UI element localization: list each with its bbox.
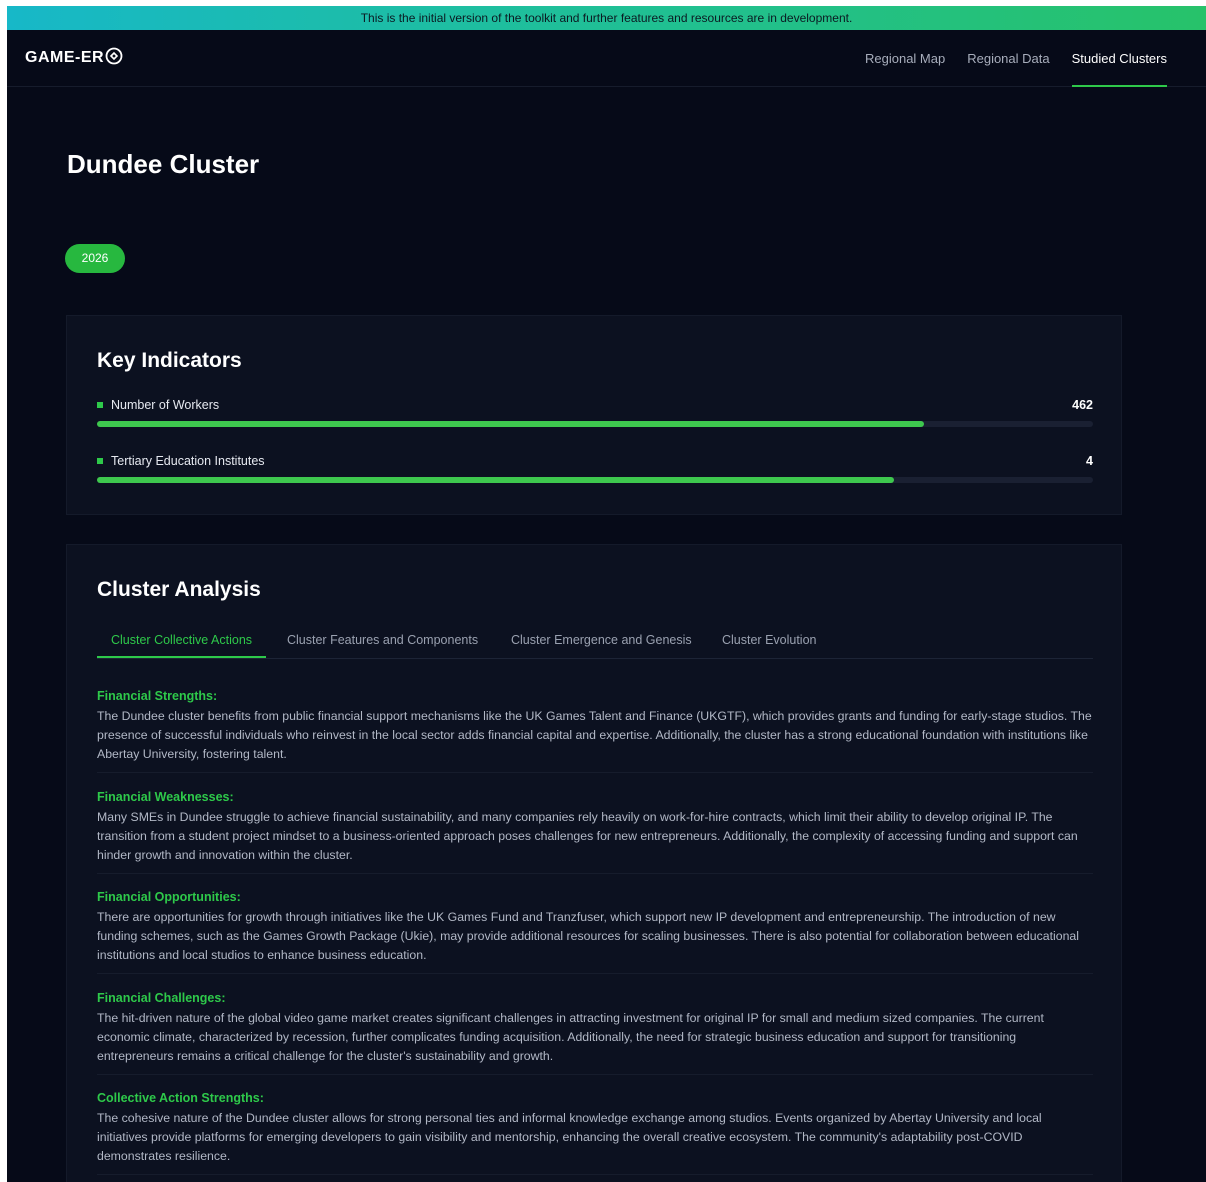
year-selector-button[interactable]: 2026 — [65, 244, 125, 273]
nav-regional-map[interactable]: Regional Map — [865, 30, 945, 86]
analysis-section: Collective Action Strengths: The cohesiv… — [97, 1090, 1093, 1175]
section-body: The Dundee cluster benefits from public … — [97, 709, 1092, 761]
progress-fill — [97, 477, 894, 483]
indicator-label: Number of Workers — [111, 398, 220, 412]
tab-cluster-emergence-genesis[interactable]: Cluster Emergence and Genesis — [511, 633, 692, 657]
page-title: Dundee Cluster — [67, 149, 260, 179]
development-banner: This is the initial version of the toolk… — [7, 6, 1206, 30]
bullet-icon — [97, 458, 103, 464]
cluster-analysis-card: Cluster Analysis Cluster Collective Acti… — [66, 544, 1122, 1182]
section-heading: Financial Weaknesses: — [97, 790, 234, 804]
section-heading: Collective Action Strengths: — [97, 1091, 264, 1105]
section-body: The hit-driven nature of the global vide… — [97, 1011, 1044, 1063]
indicator-label: Tertiary Education Institutes — [111, 454, 265, 468]
analysis-tabs: Cluster Collective Actions Cluster Featu… — [96, 633, 1093, 659]
tab-cluster-collective-actions[interactable]: Cluster Collective Actions — [96, 633, 267, 658]
section-heading: Financial Opportunities: — [97, 890, 241, 904]
app-frame: This is the initial version of the toolk… — [7, 6, 1206, 1182]
logo-text: GAME-ER — [25, 49, 105, 66]
section-heading: Financial Challenges: — [97, 991, 226, 1005]
analysis-section: Financial Challenges: The hit-driven nat… — [97, 990, 1093, 1075]
analysis-section: Financial Weaknesses: Many SMEs in Dunde… — [97, 789, 1093, 874]
progress-track — [97, 477, 1093, 483]
top-nav: GAME-ER Regional Map Regional Data Studi… — [7, 30, 1206, 87]
indicator-value: 462 — [1072, 398, 1093, 412]
indicator-value: 4 — [1086, 454, 1093, 468]
progress-fill — [97, 421, 924, 427]
logo[interactable]: GAME-ER — [25, 47, 123, 67]
section-body: The cohesive nature of the Dundee cluste… — [97, 1111, 1042, 1163]
progress-track — [97, 421, 1093, 427]
bullet-icon — [97, 402, 103, 408]
key-indicators-card: Key Indicators Number of Workers 462 Ter… — [66, 315, 1122, 515]
tab-cluster-evolution[interactable]: Cluster Evolution — [722, 633, 817, 657]
nav-regional-data[interactable]: Regional Data — [967, 30, 1049, 86]
key-indicators-title: Key Indicators — [97, 349, 242, 372]
section-body: There are opportunities for growth throu… — [97, 910, 1079, 962]
analysis-section: Financial Opportunities: There are oppor… — [97, 889, 1093, 974]
section-heading: Financial Strengths: — [97, 689, 218, 703]
gamepad-logo-icon — [105, 47, 123, 64]
section-body: Many SMEs in Dundee struggle to achieve … — [97, 810, 1078, 862]
tab-cluster-features-components[interactable]: Cluster Features and Components — [287, 633, 478, 657]
analysis-section: Financial Strengths: The Dundee cluster … — [97, 688, 1093, 773]
nav-links: Regional Map Regional Data Studied Clust… — [843, 30, 1168, 87]
nav-studied-clusters[interactable]: Studied Clusters — [1071, 30, 1168, 87]
cluster-analysis-title: Cluster Analysis — [97, 578, 261, 601]
